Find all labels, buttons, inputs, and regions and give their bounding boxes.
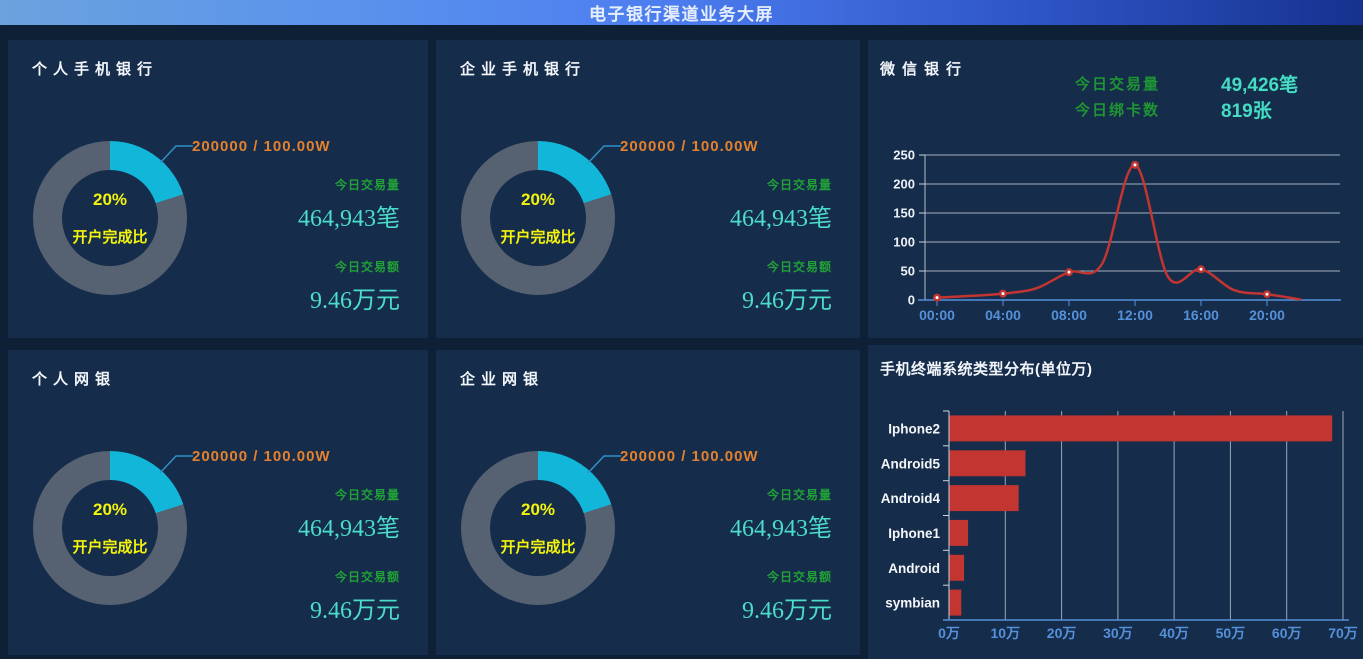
completion-caption: 开户完成比: [500, 536, 575, 557]
svg-text:50万: 50万: [1216, 625, 1246, 641]
stat-label: 今日交易额: [730, 568, 832, 585]
svg-text:150: 150: [893, 206, 915, 221]
stat-value: 464,943笔: [298, 198, 400, 233]
stat-value: 9.46万元: [730, 280, 832, 315]
svg-text:symbian: symbian: [885, 596, 940, 611]
completion-percentage: 20%: [521, 500, 555, 520]
leader-line: [153, 137, 197, 169]
svg-text:0万: 0万: [938, 625, 960, 641]
panel-title: 个人网银: [32, 368, 116, 389]
stat-label: 今日交易量: [298, 486, 400, 503]
svg-text:Android5: Android5: [881, 456, 941, 471]
svg-text:50: 50: [901, 264, 915, 279]
svg-text:250: 250: [893, 148, 915, 163]
completion-caption: 开户完成比: [72, 536, 147, 557]
panel-stats: 今日交易量 464,943笔 今日交易额 9.46万元: [730, 486, 832, 650]
progress-annotation: 200000 / 100.00W: [620, 448, 759, 465]
panel-stats: 今日交易量 464,943笔 今日交易额 9.46万元: [298, 486, 400, 650]
svg-text:12:00: 12:00: [1117, 307, 1153, 323]
donut-center: 20% 开户完成比: [490, 170, 586, 266]
stat-value: 49,426笔: [1221, 70, 1298, 97]
completion-percentage: 20%: [521, 190, 555, 210]
svg-text:04:00: 04:00: [985, 307, 1021, 323]
stat-label: 今日交易量: [730, 176, 832, 193]
svg-text:0: 0: [908, 293, 915, 308]
leader-line: [581, 447, 625, 479]
svg-text:Iphone1: Iphone1: [888, 526, 940, 541]
panel-title: 微信银行: [880, 58, 968, 79]
donut-center: 20% 开户完成比: [62, 480, 158, 576]
svg-text:16:00: 16:00: [1183, 307, 1219, 323]
panel-personal-mobile-banking: 个人手机银行 20% 开户完成比 200000 / 100.00W 今日交易量 …: [8, 40, 428, 338]
svg-text:200: 200: [893, 177, 915, 192]
completion-percentage: 20%: [93, 190, 127, 210]
svg-text:10万: 10万: [991, 625, 1021, 641]
panel-title: 手机终端系统类型分布(单位万): [880, 358, 1093, 379]
panel-wechat-banking: 微信银行 今日交易量 49,426笔 今日绑卡数 819张 0501001502…: [868, 40, 1363, 338]
panel-title: 企业手机银行: [460, 58, 586, 79]
panel-stats: 今日交易量 464,943笔 今日交易额 9.46万元: [730, 176, 832, 340]
stat-label: 今日交易量: [298, 176, 400, 193]
donut-center: 20% 开户完成比: [62, 170, 158, 266]
stat-value: 464,943笔: [730, 198, 832, 233]
svg-text:70万: 70万: [1328, 625, 1358, 641]
progress-annotation: 200000 / 100.00W: [620, 138, 759, 155]
donut-center: 20% 开户完成比: [490, 480, 586, 576]
stat-label: 今日交易量: [1075, 73, 1160, 94]
svg-text:20万: 20万: [1047, 625, 1077, 641]
leader-line: [581, 137, 625, 169]
stat-label: 今日交易量: [730, 486, 832, 503]
leader-line: [153, 447, 197, 479]
wechat-line-chart: 0 50 100 150 200 250 00:00 04:00 08:00 12:00 16:00…: [868, 110, 1363, 335]
stat-value: 9.46万元: [730, 590, 832, 625]
progress-annotation: 200000 / 100.00W: [192, 138, 331, 155]
stat-label: 今日交易额: [298, 258, 400, 275]
progress-annotation: 200000 / 100.00W: [192, 448, 331, 465]
stat-value: 9.46万元: [298, 280, 400, 315]
svg-text:00:00: 00:00: [919, 307, 955, 323]
stat-value: 9.46万元: [298, 590, 400, 625]
completion-caption: 开户完成比: [500, 226, 575, 247]
svg-text:100: 100: [893, 235, 915, 250]
stat-label: 今日交易额: [298, 568, 400, 585]
dashboard-header: 电子银行渠道业务大屏: [0, 0, 1363, 25]
svg-text:40万: 40万: [1159, 625, 1189, 641]
svg-text:60万: 60万: [1272, 625, 1302, 641]
svg-text:Iphone2: Iphone2: [888, 421, 940, 436]
stat-value: 464,943笔: [730, 508, 832, 543]
panel-title: 个人手机银行: [32, 58, 158, 79]
svg-text:30万: 30万: [1103, 625, 1133, 641]
dashboard-title: 电子银行渠道业务大屏: [589, 0, 774, 25]
stat-label: 今日交易额: [730, 258, 832, 275]
panel-corporate-online-banking: 企业网银 20% 开户完成比 200000 / 100.00W 今日交易量 46…: [436, 350, 860, 655]
svg-text:08:00: 08:00: [1051, 307, 1087, 323]
panel-stats: 今日交易量 464,943笔 今日交易额 9.46万元: [298, 176, 400, 340]
terminal-bar-chart: Iphone2 Android5 Android4 Iphone1 Android sym…: [868, 400, 1363, 659]
panel-title: 企业网银: [460, 368, 544, 389]
svg-text:Android4: Android4: [881, 491, 941, 506]
completion-percentage: 20%: [93, 500, 127, 520]
svg-text:20:00: 20:00: [1249, 307, 1285, 323]
panel-terminal-distribution: 手机终端系统类型分布(单位万) Iphone2Android5Android4I…: [868, 345, 1363, 659]
stat-value: 464,943笔: [298, 508, 400, 543]
panel-personal-online-banking: 个人网银 20% 开户完成比 200000 / 100.00W 今日交易量 46…: [8, 350, 428, 655]
svg-text:Android: Android: [888, 561, 940, 576]
completion-caption: 开户完成比: [72, 226, 147, 247]
panel-corporate-mobile-banking: 企业手机银行 20% 开户完成比 200000 / 100.00W 今日交易量 …: [436, 40, 860, 338]
